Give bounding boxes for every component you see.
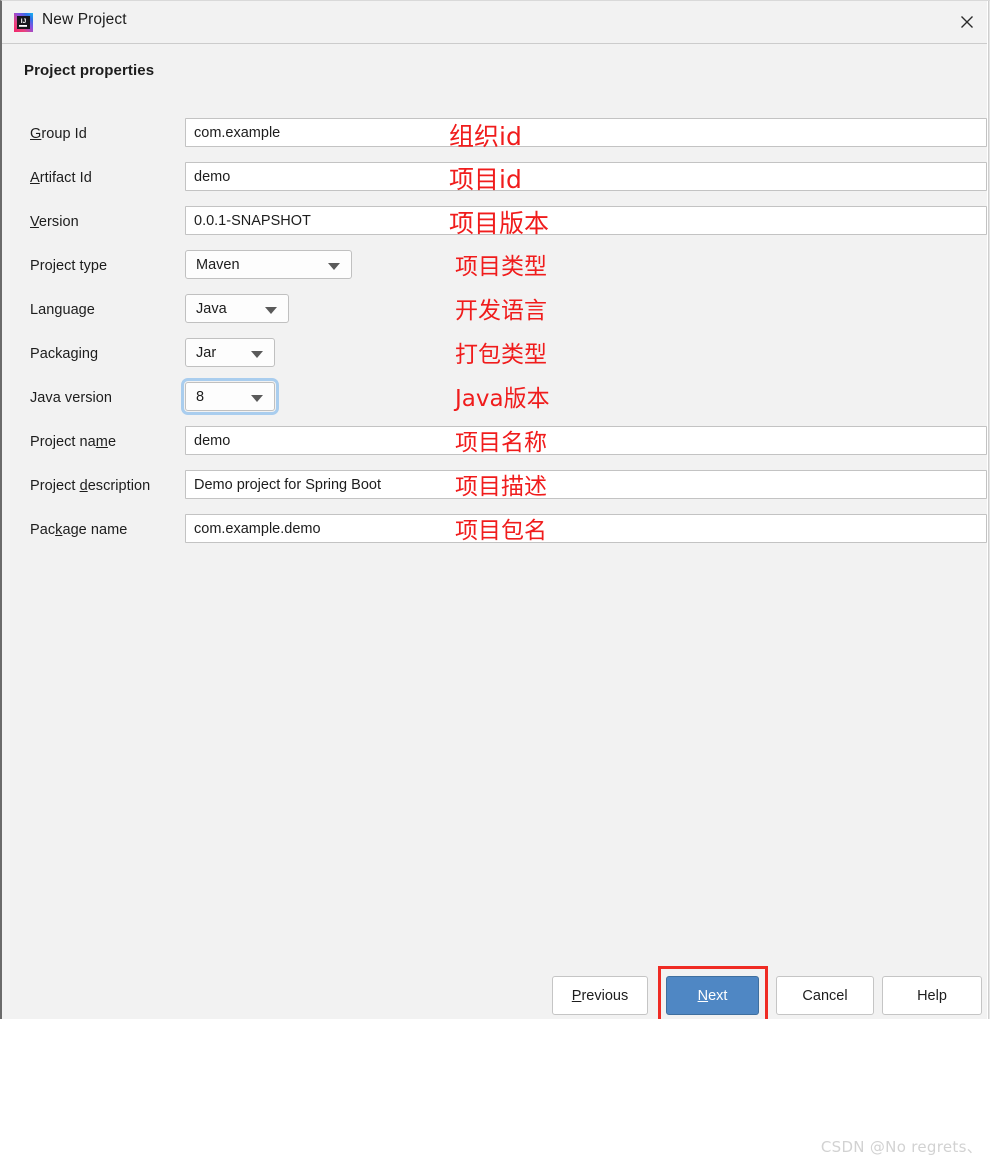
text-input[interactable]: com.example.demo — [185, 514, 987, 543]
form-row: Java version 8 Java版本 — [2, 378, 990, 425]
csdn-watermark: CSDN @No regrets、 — [820, 1138, 982, 1156]
close-icon[interactable] — [944, 1, 990, 43]
dropdown-value: 8 — [196, 388, 205, 405]
text-input[interactable]: demo — [185, 162, 987, 191]
field-label: Project type — [30, 258, 108, 274]
chevron-down-icon — [251, 350, 263, 358]
dropdown-select[interactable]: Java — [185, 294, 289, 323]
field-label: Artifact Id — [30, 170, 92, 186]
input-value: demo — [194, 432, 231, 449]
cancel-button[interactable]: Cancel — [776, 976, 874, 1015]
next-button-highlight-annotation — [658, 966, 768, 1019]
form-row: Artifact Id demo 项目id — [2, 161, 990, 205]
annotation-text: 项目包名 — [455, 518, 547, 544]
dropdown-value: Java — [196, 300, 227, 317]
annotation-text: 组织id — [449, 122, 522, 151]
dropdown-select[interactable]: 8 — [185, 382, 275, 411]
input-value: 0.0.1-SNAPSHOT — [194, 212, 311, 229]
field-label: Package name — [30, 522, 128, 538]
field-label: Project description — [30, 478, 151, 494]
annotation-text: 项目id — [449, 165, 522, 194]
text-input[interactable]: com.example — [185, 118, 987, 147]
form-row: Project name demo 项目名称 — [2, 425, 990, 469]
field-label: Project name — [30, 434, 117, 450]
chevron-down-icon — [265, 306, 277, 314]
dropdown-value: Jar — [196, 344, 217, 361]
focus-ring: 8 — [181, 378, 279, 415]
field-label: Group Id — [30, 126, 87, 142]
intellij-idea-icon: IJ — [14, 13, 33, 32]
help-button[interactable]: Help — [882, 976, 982, 1015]
input-value: com.example — [194, 124, 281, 141]
new-project-dialog: IJ New Project Project properties Group … — [0, 0, 990, 1019]
dropdown-value: Maven — [196, 256, 240, 273]
annotation-text: 项目版本 — [449, 209, 550, 238]
project-properties-form: Group Id com.example 组织id Artifact Id demo 项目… — [2, 117, 990, 557]
annotation-text: 开发语言 — [455, 298, 547, 324]
annotation-text: Java版本 — [455, 386, 550, 412]
previous-button[interactable]: Previous — [552, 976, 648, 1015]
page-title: Project properties — [24, 62, 155, 79]
annotation-text: 项目名称 — [455, 430, 547, 456]
dropdown-select[interactable]: Maven — [185, 250, 352, 279]
svg-text:IJ: IJ — [21, 18, 27, 25]
chevron-down-icon — [251, 394, 263, 402]
dialog-button-bar: Previous Next Cancel Help — [2, 966, 990, 1019]
form-row: Group Id com.example 组织id — [2, 117, 990, 161]
dropdown-select[interactable]: Jar — [185, 338, 275, 367]
field-label: Language — [30, 302, 95, 318]
form-row: Package name com.example.demo 项目包名 — [2, 513, 990, 557]
annotation-text: 项目类型 — [455, 254, 547, 280]
text-input[interactable]: 0.0.1-SNAPSHOT — [185, 206, 987, 235]
title-bar: IJ New Project — [2, 1, 990, 44]
input-value: demo — [194, 168, 231, 185]
annotation-text: 项目描述 — [455, 474, 547, 500]
field-label: Packaging — [30, 346, 99, 362]
input-value: Demo project for Spring Boot — [194, 476, 381, 493]
form-row: Language Java 开发语言 — [2, 293, 990, 337]
text-input[interactable]: demo — [185, 426, 987, 455]
field-label: Java version — [30, 390, 112, 406]
form-row: Packaging Jar 打包类型 — [2, 337, 990, 381]
chevron-down-icon — [328, 262, 340, 270]
form-row: Project type Maven 项目类型 — [2, 249, 990, 293]
annotation-text: 打包类型 — [455, 342, 547, 368]
text-input[interactable]: Demo project for Spring Boot — [185, 470, 987, 499]
form-row: Version 0.0.1-SNAPSHOT 项目版本 — [2, 205, 990, 249]
form-row: Project description Demo project for Spri… — [2, 469, 990, 513]
input-value: com.example.demo — [194, 520, 321, 537]
window-title: New Project — [42, 11, 127, 28]
field-label: Version — [30, 214, 79, 230]
